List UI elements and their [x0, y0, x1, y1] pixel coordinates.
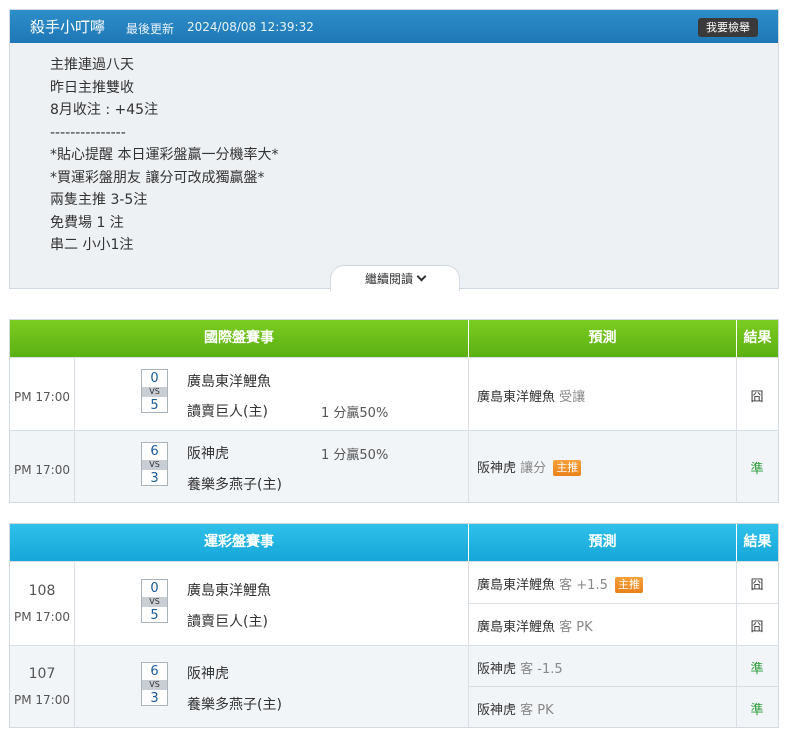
featured-badge: 主推	[615, 577, 643, 593]
home-score: 5	[150, 398, 159, 413]
away-team[interactable]: 阪神虎	[187, 663, 229, 683]
home-team[interactable]: 養樂多燕子(主)	[187, 694, 282, 714]
post-line: 免費場 1 注	[50, 214, 124, 231]
vs-label: VS	[142, 460, 167, 470]
post-line: 串二 小小1注	[50, 237, 134, 253]
match-number: 108	[28, 583, 56, 599]
table-row: 107 PM 17:00 6 VS 3 阪神虎 養樂多燕子(主) 阪神虎 客 -…	[10, 645, 778, 728]
prediction: 廣島東洋鯉魚 客 +1.5 主推	[477, 574, 737, 593]
featured-badge: 主推	[553, 460, 582, 476]
prediction-team: 廣島東洋鯉魚	[477, 578, 556, 593]
read-more-label: 繼續閱讀	[364, 272, 413, 286]
prediction: 廣島東洋鯉魚 受讓	[477, 386, 737, 405]
post-line: 兩隻主推 3-5注	[50, 192, 148, 208]
handicap-odds: 1 分贏50%	[321, 448, 389, 463]
result-win: 準	[750, 662, 764, 677]
sports-lottery-table: 運彩盤賽事 預測 結果 108 PM 17:00 0 VS 5 廣島東洋鯉魚 讀…	[9, 523, 779, 728]
table-row: PM 17:00 0 VS 5 廣島東洋鯉魚 讀賣巨人(主) 1 分贏50% 廣…	[10, 357, 778, 431]
match-time: PM 17:00	[14, 693, 70, 707]
header-match: 國際盤賽事	[10, 320, 468, 357]
prediction-team: 廣島東洋鯉魚	[477, 390, 556, 405]
header-result: 結果	[736, 524, 778, 561]
score-box: 6 VS 3	[141, 442, 168, 486]
home-score: 5	[150, 608, 159, 623]
vs-label: VS	[142, 387, 167, 397]
home-team[interactable]: 讀賣巨人(主)	[187, 611, 268, 631]
author-name[interactable]: 殺手小叮嚀	[30, 16, 105, 37]
header-prediction: 預測	[468, 524, 736, 561]
handicap-odds: 1 分贏50%	[321, 406, 389, 421]
vs-label: VS	[142, 680, 167, 690]
post-line: 昨日主推雙收	[50, 79, 134, 96]
match-number: 107	[28, 666, 56, 682]
match-time: PM 17:00	[14, 610, 70, 624]
post-line: *買運彩盤朋友 讓分可改成獨贏盤*	[50, 169, 265, 186]
prediction: 阪神虎 客 PK	[477, 699, 737, 718]
result-win: 準	[750, 703, 764, 718]
post-line: 8月收注 : +45注	[50, 102, 159, 118]
post-line: 主推連過八天	[50, 57, 134, 73]
match-time: PM 17:00	[14, 463, 70, 477]
prediction: 阪神虎 客 -1.5	[477, 658, 737, 677]
header-match: 運彩盤賽事	[10, 524, 468, 561]
post-line: ---------------	[50, 124, 126, 141]
away-score: 6	[150, 444, 159, 459]
article-header: 殺手小叮嚀 最後更新 2024/08/08 12:39:32 我要檢舉	[10, 10, 778, 43]
header-prediction: 預測	[468, 320, 736, 357]
report-button[interactable]: 我要檢舉	[698, 18, 758, 37]
score-box: 0 VS 5	[141, 579, 168, 623]
last-updated-label: 最後更新	[126, 22, 175, 36]
prediction-team: 廣島東洋鯉魚	[477, 620, 556, 635]
prediction-team: 阪神虎	[477, 703, 517, 718]
result-lose: 囧	[750, 390, 764, 405]
intl-odds-table: 國際盤賽事 預測 結果 PM 17:00 0 VS 5 廣島東洋鯉魚 讀賣巨人(…	[9, 319, 779, 503]
article-card: 殺手小叮嚀 最後更新 2024/08/08 12:39:32 我要檢舉 主推連過…	[9, 9, 779, 291]
prediction-team: 阪神虎	[477, 461, 517, 476]
home-score: 3	[150, 471, 159, 486]
post-line: *貼心提醒 本日運彩盤贏一分機率大*	[50, 147, 279, 163]
last-updated-time: 2024/08/08 12:39:32	[187, 20, 314, 34]
away-score: 0	[150, 581, 159, 596]
chevron-down-icon	[416, 271, 427, 282]
home-team[interactable]: 讀賣巨人(主)	[187, 401, 268, 421]
home-team[interactable]: 養樂多燕子(主)	[187, 474, 282, 494]
result-lose: 囧	[750, 620, 764, 635]
away-team[interactable]: 廣島東洋鯉魚	[187, 371, 271, 391]
home-score: 3	[150, 691, 159, 706]
prediction-pick: 客 PK	[520, 703, 554, 718]
prediction-team: 阪神虎	[477, 662, 517, 677]
away-score: 6	[150, 664, 159, 679]
table-row: PM 17:00 6 VS 3 阪神虎 養樂多燕子(主) 1 分贏50% 阪神虎…	[10, 430, 778, 503]
prediction-pick: 受讓	[559, 390, 586, 405]
header-result: 結果	[736, 320, 778, 357]
prediction-pick: 讓分	[520, 461, 547, 476]
away-team[interactable]: 廣島東洋鯉魚	[187, 580, 271, 600]
read-more-button[interactable]: 繼續閱讀	[330, 265, 460, 291]
match-time: PM 17:00	[14, 390, 70, 404]
prediction-pick: 客 PK	[559, 620, 593, 635]
score-box: 0 VS 5	[141, 369, 168, 413]
table-row: 108 PM 17:00 0 VS 5 廣島東洋鯉魚 讀賣巨人(主) 廣島東洋鯉…	[10, 561, 778, 646]
result-win: 準	[750, 462, 764, 477]
article-body: 主推連過八天 昨日主推雙收 8月收注 : +45注 --------------…	[50, 54, 750, 257]
away-team[interactable]: 阪神虎	[187, 443, 229, 463]
away-score: 0	[150, 371, 159, 386]
result-lose: 囧	[750, 578, 764, 593]
vs-label: VS	[142, 597, 167, 607]
prediction-pick: 客 -1.5	[520, 662, 563, 677]
score-box: 6 VS 3	[141, 662, 168, 706]
prediction: 阪神虎 讓分 主推	[477, 457, 737, 476]
prediction: 廣島東洋鯉魚 客 PK	[477, 616, 737, 635]
prediction-pick: 客 +1.5	[559, 578, 608, 593]
